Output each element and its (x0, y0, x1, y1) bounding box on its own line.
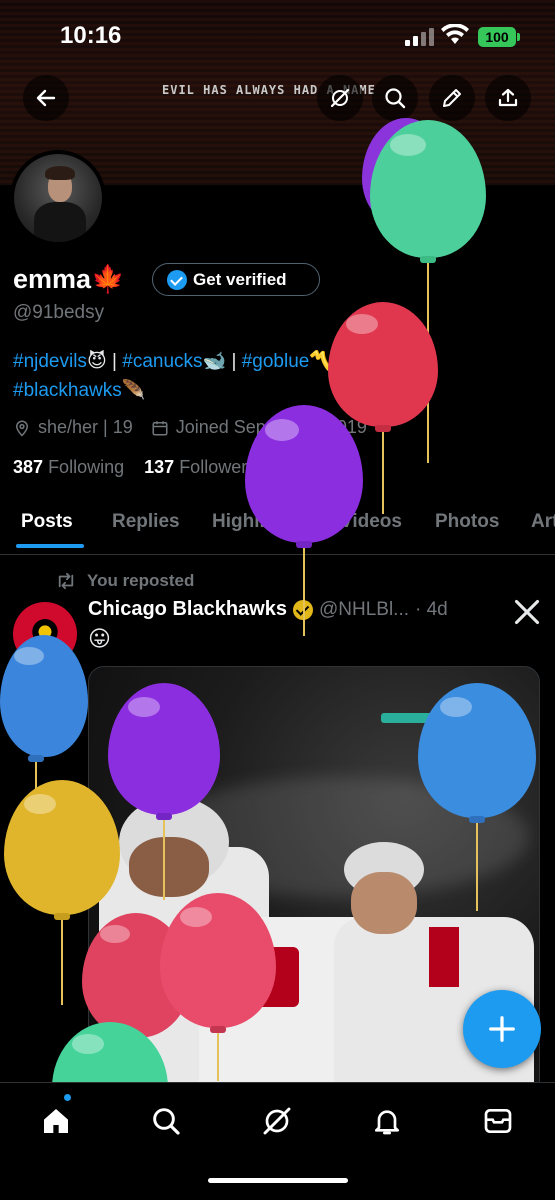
notification-dot (64, 1094, 71, 1101)
post-time: · 4d (415, 598, 448, 620)
joined-text: Joined September 2019 (175, 417, 367, 437)
search-button[interactable] (372, 75, 418, 121)
balloon-string (35, 762, 37, 842)
post-author-avatar[interactable] (13, 602, 77, 666)
search-icon[interactable] (150, 1105, 182, 1137)
jersey-number (249, 947, 299, 1007)
home-indicator (208, 1178, 348, 1183)
bell-icon[interactable] (371, 1105, 403, 1137)
balloon-string (303, 548, 305, 636)
get-verified-button[interactable]: Get verified (152, 263, 320, 296)
pencil-icon (443, 89, 461, 107)
avatar-shirt (34, 202, 86, 242)
joined-item: Joined September 2019 (151, 417, 367, 438)
following-count: 387 (13, 457, 44, 477)
balloon-string (427, 263, 429, 463)
goblue-emoji: 〽️ (309, 351, 333, 372)
hashtag-canucks[interactable]: #canucks (122, 351, 202, 372)
pronouns-text: she/her | 19 (38, 417, 133, 437)
bio-separator: | (338, 351, 344, 372)
battery-tip (517, 33, 520, 41)
get-verified-label: Get verified (193, 269, 287, 289)
follow-counts: 387 Following 137 Followers (13, 457, 256, 478)
compose-button[interactable] (463, 990, 541, 1068)
balloon-string (382, 432, 384, 514)
bio-separator: | (231, 351, 237, 372)
profile-meta: she/her | 19 Joined September 2019 (13, 417, 385, 438)
grok-icon[interactable] (261, 1105, 293, 1137)
wifi-icon (441, 24, 469, 44)
tab-posts[interactable]: Posts (21, 511, 73, 533)
hashtag-njdevils[interactable]: #njdevils (13, 351, 87, 372)
x-logo-icon[interactable] (513, 598, 541, 626)
media-light (381, 713, 451, 723)
calendar-icon (152, 420, 168, 435)
status-bar: 10:16 100 (0, 0, 555, 70)
blackhawks-logo (25, 612, 65, 656)
post-header: Chicago Blackhawks @NHLBl... · 4d (88, 598, 448, 621)
grok-button[interactable] (317, 75, 363, 121)
followers-link[interactable]: 137 Followers (144, 457, 256, 477)
status-time: 10:16 (60, 22, 122, 49)
tab-highlights[interactable]: Highlights (212, 511, 305, 533)
maple-leaf-emoji: 🍁 (91, 264, 125, 294)
active-tab-indicator (16, 544, 84, 548)
post-text: 😛 (88, 626, 111, 651)
balloon-knot (54, 913, 70, 920)
balloon-shine (24, 794, 56, 814)
following-link[interactable]: 387 Following (13, 457, 124, 477)
tab-videos[interactable]: Videos (340, 511, 402, 533)
back-arrow-icon (36, 89, 56, 107)
following-label: Following (48, 457, 125, 477)
verified-badge-icon (167, 269, 187, 290)
balloon-shine (346, 314, 378, 334)
tab-replies[interactable]: Replies (112, 511, 180, 533)
captain-patch (429, 927, 459, 987)
search-icon (385, 88, 406, 109)
edit-profile-button[interactable] (429, 75, 475, 121)
avatar-hair (45, 166, 75, 180)
balloon-knot (28, 755, 44, 762)
devils-emoji: 😈 (86, 351, 107, 372)
back-button[interactable] (23, 75, 69, 121)
grok-icon (330, 88, 350, 108)
balloon-string (61, 920, 63, 1005)
tab-photos[interactable]: Photos (435, 511, 499, 533)
followers-label: Followers (179, 457, 257, 477)
mail-icon[interactable] (482, 1105, 514, 1137)
canucks-emoji: 🐋 (202, 351, 227, 372)
profile-bio: #njdevils😈 | #canucks🐋 | #goblue〽️ | #bl… (13, 347, 403, 405)
post-author-name[interactable]: Chicago Blackhawks (88, 598, 287, 621)
bio-separator: | (112, 351, 117, 372)
profile-avatar[interactable] (10, 150, 106, 246)
profile-handle: @91bedsy (13, 302, 105, 323)
share-icon (498, 88, 518, 107)
face-right (351, 872, 417, 934)
hashtag-blackhawks[interactable]: #blackhawks (13, 380, 122, 401)
post-username[interactable]: @NHLBl... (319, 599, 409, 621)
profile-name: emma🍁 (13, 263, 125, 295)
balloon-knot (420, 256, 436, 263)
tab-articles[interactable]: Articles (531, 511, 555, 533)
repost-label: You reposted (87, 571, 195, 590)
profile-name-text: emma (13, 264, 92, 294)
location-icon (15, 420, 29, 437)
repost-icon (58, 572, 74, 590)
feather-emoji: 🪶 (121, 380, 146, 401)
repost-indicator: You reposted (55, 571, 194, 591)
share-button[interactable] (485, 75, 531, 121)
home-icon[interactable] (40, 1105, 72, 1137)
pronouns-item: she/her | 19 (13, 417, 133, 438)
face-left (129, 837, 209, 897)
balloon (0, 635, 90, 845)
followers-count: 137 (144, 457, 175, 477)
cellular-signal-icon (405, 28, 435, 46)
plus-icon (489, 1016, 515, 1042)
hashtag-goblue[interactable]: #goblue (242, 351, 310, 372)
battery-icon: 100 (478, 27, 516, 47)
gold-verified-icon (292, 599, 313, 620)
